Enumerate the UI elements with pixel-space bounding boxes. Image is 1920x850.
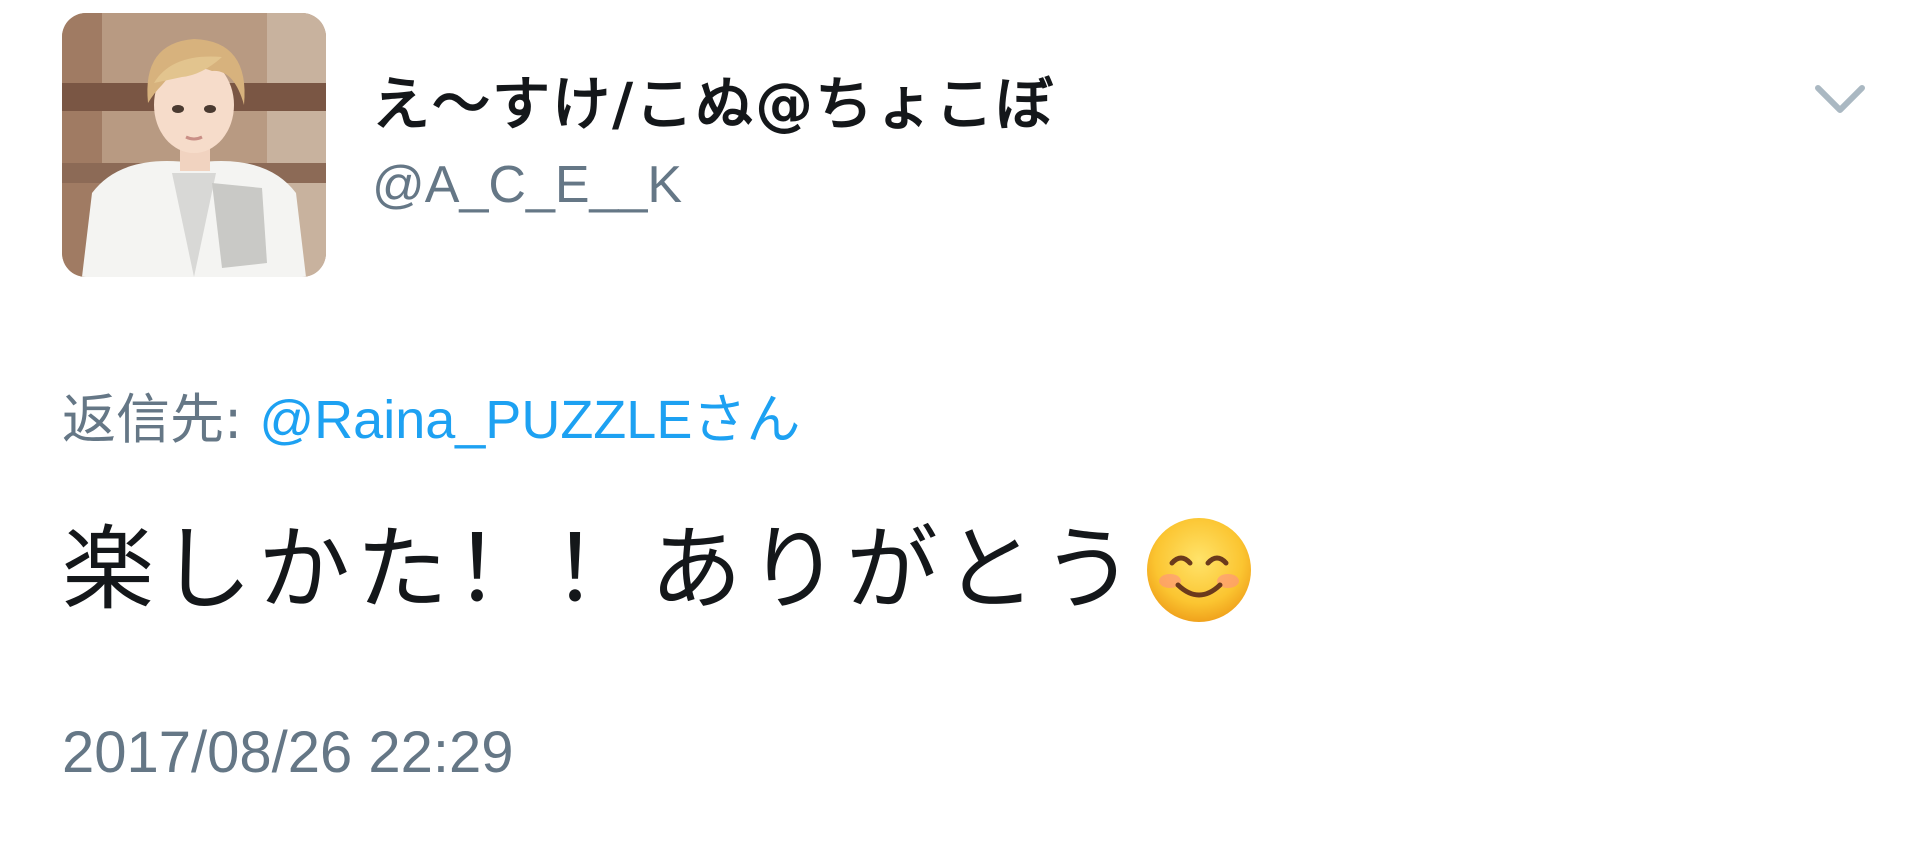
tweet-menu-button[interactable] (1812, 78, 1868, 122)
reply-to-line: 返信先: @Raina_PUZZLEさん (62, 385, 800, 455)
reply-to-prefix: 返信先: (62, 388, 260, 451)
smiling-face-icon (1144, 515, 1254, 625)
tweet-timestamp[interactable]: 2017/08/26 22:29 (62, 715, 514, 791)
reply-to-suffix: さん (692, 390, 801, 450)
reply-to-mention-link[interactable]: @Raina_PUZZLEさん (259, 390, 800, 450)
user-avatar[interactable] (62, 13, 326, 277)
tweet-card: え〜すけ/こぬ@ちょこぼ @A_C_E__K 返信先: @Raina_PUZZL… (0, 0, 1920, 850)
tweet-text: 楽しかた！！ありがとう (62, 516, 1141, 623)
avatar-photo-icon (62, 13, 326, 277)
tweet-body: 楽しかた！！ありがとう (62, 510, 1254, 630)
author-handle[interactable]: @A_C_E__K (372, 150, 682, 220)
chevron-down-icon (1815, 85, 1865, 113)
reply-to-mention: @Raina_PUZZLE (259, 390, 693, 450)
author-display-name[interactable]: え〜すけ/こぬ@ちょこぼ (372, 64, 1055, 144)
